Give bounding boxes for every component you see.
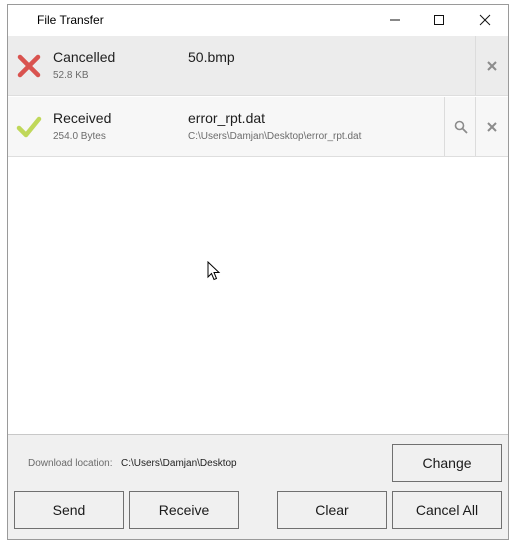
minimize-icon: [390, 19, 400, 21]
send-button[interactable]: Send: [14, 491, 124, 529]
title-bar: File Transfer: [8, 5, 508, 35]
transfer-row[interactable]: Cancelled 52.8 KB 50.bmp: [8, 36, 508, 96]
transfer-size: 52.8 KB: [53, 70, 89, 81]
close-button[interactable]: [462, 5, 508, 35]
transfer-list: Cancelled 52.8 KB 50.bmp Received 254.0 …: [8, 36, 508, 435]
open-file-button[interactable]: [445, 97, 476, 156]
maximize-button[interactable]: [416, 5, 462, 35]
download-location-path: C:\Users\Damjan\Desktop: [121, 458, 237, 469]
file-transfer-window: File Transfer Cancelled 52.8 KB 50.bmp R…: [7, 4, 509, 540]
minimize-button[interactable]: [372, 5, 418, 35]
maximize-icon: [434, 15, 444, 25]
mouse-cursor-icon: [207, 261, 221, 281]
remove-transfer-button[interactable]: [476, 97, 507, 156]
search-icon: [454, 120, 468, 134]
transfer-status: Received: [53, 110, 112, 126]
close-icon: [479, 14, 491, 26]
transfer-size: 254.0 Bytes: [53, 131, 106, 142]
cancel-all-button[interactable]: Cancel All: [392, 491, 502, 529]
download-location-label: Download location:: [28, 458, 113, 469]
transfer-file-name: 50.bmp: [188, 49, 235, 65]
remove-icon: [486, 60, 497, 71]
window-title: File Transfer: [37, 13, 104, 27]
transfer-status: Cancelled: [53, 49, 116, 65]
receive-button[interactable]: Receive: [129, 491, 239, 529]
transfer-row[interactable]: Received 254.0 Bytes error_rpt.dat C:\Us…: [8, 97, 508, 157]
bottom-panel: Download location: C:\Users\Damjan\Deskt…: [8, 435, 508, 539]
remove-transfer-button[interactable]: [476, 36, 507, 95]
clear-button[interactable]: Clear: [277, 491, 387, 529]
remove-icon: [486, 121, 497, 132]
cross-icon: [17, 54, 41, 78]
check-icon: [16, 116, 42, 138]
transfer-file-name: error_rpt.dat: [188, 110, 266, 126]
change-button[interactable]: Change: [392, 444, 502, 482]
transfer-file-path: C:\Users\Damjan\Desktop\error_rpt.dat: [188, 131, 362, 142]
